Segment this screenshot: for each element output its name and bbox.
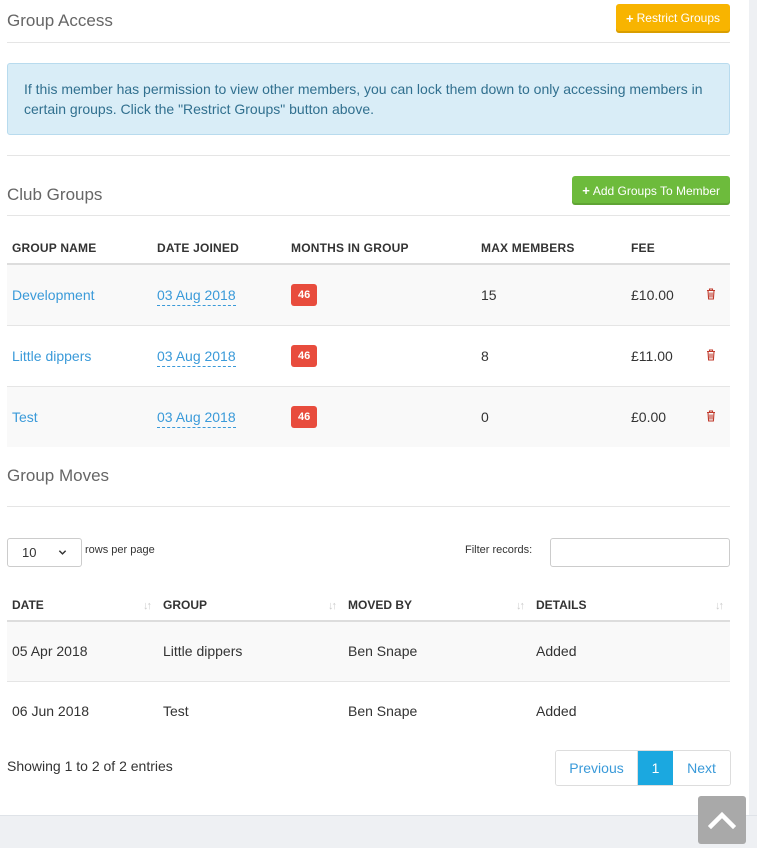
- table-row: Little dippers 03 Aug 2018 46 8 £11.00: [7, 324, 730, 386]
- months-badge: 46: [291, 344, 318, 367]
- trash-icon[interactable]: [706, 288, 716, 300]
- move-date-cell: 06 Jun 2018: [7, 680, 158, 741]
- member-groups-panel: Group Access + Restrict Groups If this m…: [0, 0, 749, 815]
- column-header-details[interactable]: DETAILS ↓↑: [531, 590, 730, 622]
- column-header-date[interactable]: DATE ↓↑: [7, 590, 158, 622]
- restrict-info-text: If this member has permission to view ot…: [24, 81, 703, 117]
- page-1-button[interactable]: 1: [638, 751, 673, 785]
- sort-icon: ↓↑: [516, 600, 525, 612]
- group-moves-table: DATE ↓↑ GROUP ↓↑ MOVED BY ↓↑ DETAILS ↓↑ 05 A…: [7, 590, 730, 741]
- moved-by-cell: Ben Snape: [343, 620, 531, 681]
- restrict-groups-button[interactable]: + Restrict Groups: [616, 3, 730, 33]
- column-header: MONTHS IN GROUP: [286, 232, 476, 265]
- rows-per-page-value: 10: [22, 545, 37, 560]
- column-header-moved-by[interactable]: MOVED BY ↓↑: [343, 590, 531, 622]
- chevron-down-icon: [58, 550, 67, 555]
- sort-icon: ↓↑: [143, 600, 152, 612]
- group-name-link[interactable]: Test: [12, 409, 38, 425]
- date-joined-editable[interactable]: 03 Aug 2018: [157, 286, 236, 306]
- date-joined-editable[interactable]: 03 Aug 2018: [157, 347, 236, 367]
- club-groups-table: GROUP NAME DATE JOINED MONTHS IN GROUP M…: [7, 232, 730, 447]
- chevron-up-icon: [708, 811, 736, 829]
- trash-icon[interactable]: [706, 348, 716, 361]
- table-info: Showing 1 to 2 of 2 entries: [7, 758, 173, 774]
- details-cell: Added: [531, 620, 730, 681]
- months-badge: 46: [291, 405, 318, 428]
- fee-cell: £11.00: [626, 324, 701, 386]
- column-header-label: DATE: [12, 598, 44, 612]
- moved-by-cell: Ben Snape: [343, 680, 531, 741]
- next-page-button[interactable]: Next: [673, 751, 730, 785]
- scroll-to-top-button[interactable]: [698, 796, 746, 844]
- column-header: DATE JOINED: [152, 232, 286, 265]
- rows-per-page-select[interactable]: 10: [7, 538, 82, 567]
- group-access-header: Group Access + Restrict Groups: [7, 0, 730, 43]
- sort-icon: ↓↑: [715, 600, 724, 612]
- date-joined-editable[interactable]: 03 Aug 2018: [157, 408, 236, 428]
- plus-icon: +: [582, 183, 590, 198]
- restrict-groups-label: Restrict Groups: [636, 11, 720, 25]
- previous-page-button[interactable]: Previous: [556, 751, 638, 785]
- table-row: Development 03 Aug 2018 46 15 £10.00: [7, 263, 730, 325]
- column-header: GROUP NAME: [7, 232, 152, 265]
- scrollbar-track: [749, 0, 757, 848]
- table-row: 06 Jun 2018 Test Ben Snape Added: [7, 680, 730, 741]
- table-row: Test 03 Aug 2018 46 0 £0.00: [7, 385, 730, 447]
- table-header-row: GROUP NAME DATE JOINED MONTHS IN GROUP M…: [7, 232, 730, 265]
- group-name-link[interactable]: Development: [12, 287, 95, 303]
- fee-cell: £10.00: [626, 263, 701, 325]
- group-moves-header: Group Moves: [7, 455, 730, 507]
- move-group-cell: Test: [158, 680, 343, 741]
- group-access-title: Group Access: [7, 11, 113, 30]
- club-groups-header: Club Groups + Add Groups To Member: [7, 174, 730, 216]
- filter-records-input[interactable]: [550, 538, 730, 567]
- max-members-cell: 15: [476, 263, 626, 325]
- max-members-cell: 8: [476, 324, 626, 386]
- club-groups-title: Club Groups: [7, 184, 103, 204]
- move-date-cell: 05 Apr 2018: [7, 620, 158, 681]
- group-name-link[interactable]: Little dippers: [12, 348, 91, 364]
- page-footer-band: [0, 815, 757, 848]
- column-header-group[interactable]: GROUP ↓↑: [158, 590, 343, 622]
- table-row: 05 Apr 2018 Little dippers Ben Snape Add…: [7, 620, 730, 681]
- column-header: FEE: [626, 232, 701, 265]
- details-cell: Added: [531, 680, 730, 741]
- months-badge: 46: [291, 283, 318, 306]
- move-group-cell: Little dippers: [158, 620, 343, 681]
- rows-per-page-label: rows per page: [85, 544, 155, 556]
- group-moves-title: Group Moves: [7, 466, 110, 485]
- restrict-info-alert: If this member has permission to view ot…: [7, 63, 730, 135]
- sort-icon: ↓↑: [328, 600, 337, 612]
- fee-cell: £0.00: [626, 385, 701, 447]
- column-header-label: DETAILS: [536, 598, 587, 612]
- section-divider: [7, 155, 730, 156]
- column-header-label: MOVED BY: [348, 598, 413, 612]
- add-groups-label: Add Groups To Member: [592, 183, 720, 198]
- column-header-label: GROUP: [163, 598, 208, 612]
- filter-records-label: Filter records:: [465, 544, 533, 556]
- plus-icon: +: [626, 10, 634, 26]
- trash-icon[interactable]: [706, 410, 716, 422]
- max-members-cell: 0: [476, 385, 626, 447]
- table-header-row: DATE ↓↑ GROUP ↓↑ MOVED BY ↓↑ DETAILS ↓↑: [7, 590, 730, 622]
- add-groups-button[interactable]: + Add Groups To Member: [572, 176, 730, 205]
- column-header: MAX MEMBERS: [476, 232, 626, 265]
- pagination: Previous 1 Next: [555, 750, 731, 786]
- column-header-actions: [701, 232, 730, 265]
